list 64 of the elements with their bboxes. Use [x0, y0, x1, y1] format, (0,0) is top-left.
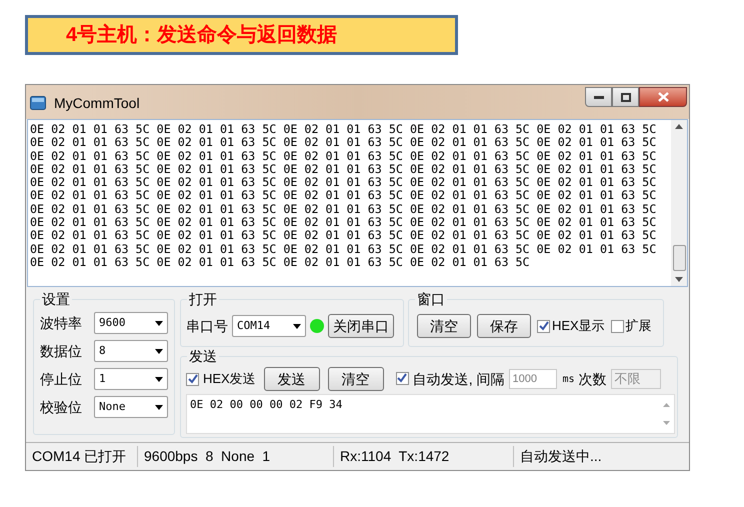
data-line: 0E 02 01 01 63 5C 0E 02 01 01 63 5C 0E 02 01 01 63 5C 0E 02 01 01 63 5C 0E 02 01 01 63 5C — [30, 123, 656, 136]
data-line: 0E 02 01 01 63 5C 0E 02 01 01 63 5C 0E 02 01 01 63 5C 0E 02 01 01 63 5C 0E 02 01 01 63 5C — [30, 229, 656, 243]
dropdown[interactable]: 1 — [94, 368, 168, 390]
minimize-icon — [594, 96, 604, 98]
checkbox-label: HEX发送 — [203, 370, 256, 388]
checkbox[interactable] — [537, 320, 550, 332]
checkbox[interactable] — [610, 320, 624, 332]
button[interactable]: 发送 — [264, 367, 320, 391]
window-title: MyCommTool — [54, 94, 140, 113]
caret-icon — [293, 324, 301, 328]
maximize-icon — [620, 92, 630, 102]
checkbox-label: HEX显示 — [552, 317, 605, 336]
checkbox[interactable] — [396, 372, 409, 384]
button[interactable]: 清空 — [328, 367, 384, 391]
data-line: 0E 02 01 01 63 5C 0E 02 01 01 63 5C 0E 02 01 01 63 5C 0E 02 01 01 63 5C 0E 02 01 01 63 5C — [30, 202, 656, 216]
close-icon — [658, 92, 668, 102]
interval-field[interactable]: 1000 — [508, 369, 557, 389]
data-line: 0E 02 01 01 63 5C 0E 02 01 01 63 5C 0E 02 01 01 63 5C 0E 02 01 01 63 5C — [30, 256, 530, 270]
status-text: 9600bps 8 None 1 — [138, 446, 334, 467]
group-title: 窗口 — [415, 290, 447, 308]
status-text: 自动发送中... — [519, 447, 603, 466]
group-title: 打开 — [187, 290, 219, 308]
group-title: 设置 — [40, 290, 72, 308]
data-line: 0E 02 01 01 63 5C 0E 02 01 01 63 5C 0E 02 01 01 63 5C 0E 02 01 01 63 5C 0E 02 01 01 63 5C — [30, 136, 656, 150]
dropdown[interactable]: COM14 — [232, 315, 306, 337]
scroll-down-icon[interactable] — [675, 277, 683, 282]
scrollbar[interactable] — [671, 120, 687, 286]
unit-label: ms — [562, 372, 575, 386]
status-text: COM14 已打开 — [26, 446, 138, 467]
app-icon — [30, 96, 46, 110]
dropdown[interactable]: 9600 — [94, 312, 168, 334]
button[interactable]: 清空 — [417, 314, 471, 338]
caret-icon — [155, 376, 163, 382]
checkbox-label: 扩展 — [626, 317, 652, 336]
scroll-thumb[interactable] — [672, 245, 686, 271]
data-line: 0E 02 01 01 63 5C 0E 02 01 01 63 5C 0E 02 01 01 63 5C 0E 02 01 01 63 5C 0E 02 01 01 63 5C — [30, 150, 656, 163]
data-line: 0E 02 01 01 63 5C 0E 02 01 01 63 5C 0E 02 01 01 63 5C 0E 02 01 01 63 5C 0E 02 01 01 63 5C — [30, 216, 656, 230]
count-label: 次数 — [578, 370, 607, 388]
field-label: 串口号 — [186, 316, 228, 336]
field-label: 数据位 — [40, 342, 83, 360]
field-label: 校验位 — [40, 398, 83, 416]
button[interactable]: 保存 — [477, 314, 531, 338]
data-line: 0E 02 01 01 63 5C 0E 02 01 01 63 5C 0E 02 01 01 63 5C 0E 02 01 01 63 5C 0E 02 01 01 63 5C — [30, 189, 656, 203]
status-text: Rx:1104 Tx:1472 — [334, 446, 514, 467]
checkbox-label: 自动发送, 间隔 — [412, 370, 505, 388]
minimize-button[interactable] — [585, 87, 612, 107]
close-button[interactable] — [639, 87, 687, 107]
field-label: 停止位 — [40, 370, 83, 388]
scroll-up-icon[interactable] — [675, 124, 683, 129]
title-banner: 4号主机：发送命令与返回数据 — [25, 15, 458, 55]
dropdown[interactable]: None — [94, 396, 168, 418]
data-line: 0E 02 01 01 63 5C 0E 02 01 01 63 5C 0E 02 01 01 63 5C 0E 02 01 01 63 5C 0E 02 01 01 63 5C — [30, 162, 656, 176]
checkbox[interactable] — [186, 372, 199, 386]
caret-icon — [155, 320, 163, 326]
caret-icon — [155, 404, 163, 410]
dropdown[interactable]: 8 — [94, 340, 168, 362]
receive-area[interactable] — [27, 119, 688, 287]
data-line: 0E 02 01 01 63 5C 0E 02 01 01 63 5C 0E 02 01 01 63 5C 0E 02 01 01 63 5C 0E 02 01 01 63 5C — [30, 242, 656, 256]
group-title: 发送 — [187, 347, 219, 365]
caret-icon — [155, 348, 163, 354]
field-label: 波特率 — [40, 314, 83, 332]
button[interactable]: 关闭串口 — [328, 314, 394, 338]
data-line: 0E 02 01 01 63 5C 0E 02 01 01 63 5C 0E 02 01 01 63 5C 0E 02 01 01 63 5C 0E 02 01 01 63 5C — [30, 176, 656, 190]
maximize-button[interactable] — [612, 87, 639, 107]
